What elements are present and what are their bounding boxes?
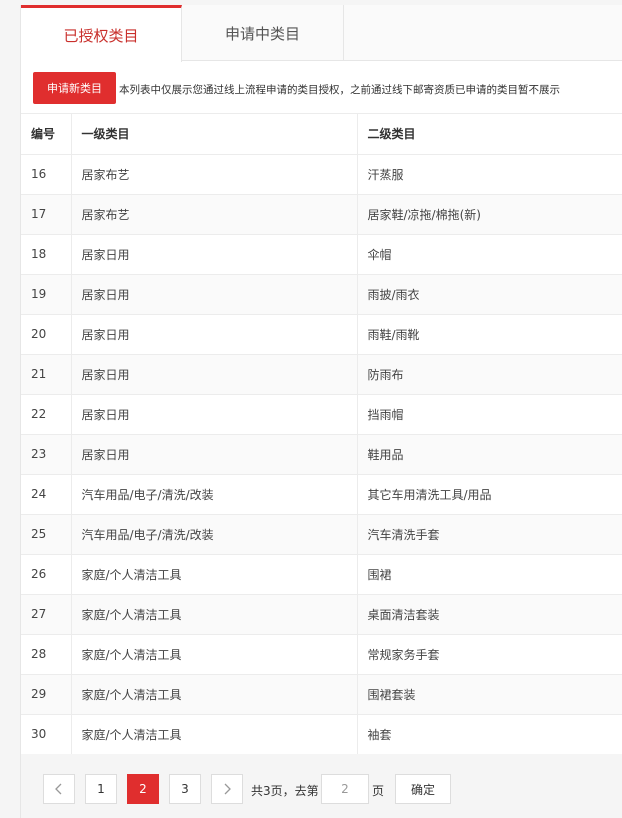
category-table: 编号 一级类目 二级类目 16 居家布艺 汗蒸服 17 居家布艺 居家鞋/凉拖/棉拖(新)… xyxy=(21,114,622,755)
table-row: 19 居家日用 雨披/雨衣 xyxy=(21,274,622,315)
cell-level2-category: 桌面清洁套装 xyxy=(357,594,622,635)
page-1-button[interactable]: 1 xyxy=(85,774,117,804)
table-row: 23 居家日用 鞋用品 xyxy=(21,434,622,475)
cell-number: 30 xyxy=(21,714,72,755)
page-3-button[interactable]: 3 xyxy=(169,774,201,804)
goto-page-input[interactable] xyxy=(321,774,369,804)
cell-number: 29 xyxy=(21,674,72,715)
table-row: 29 家庭/个人清洁工具 围裙套装 xyxy=(21,674,622,715)
cell-level2-category: 袖套 xyxy=(357,714,622,755)
page-suffix-text: 页 xyxy=(372,784,385,798)
cell-level1-category: 家庭/个人清洁工具 xyxy=(71,554,358,595)
cell-level1-category: 汽车用品/电子/清洗/改装 xyxy=(71,474,358,515)
cell-level1-category: 居家日用 xyxy=(71,314,358,355)
cell-level1-category: 居家日用 xyxy=(71,434,358,475)
cell-number: 26 xyxy=(21,554,72,595)
next-page-button[interactable] xyxy=(211,774,243,804)
table-row: 26 家庭/个人清洁工具 围裙 xyxy=(21,554,622,595)
header-level2-category: 二级类目 xyxy=(357,114,622,155)
cell-level1-category: 家庭/个人清洁工具 xyxy=(71,714,358,755)
page: 已授权类目 申请中类目 申请新类目 本列表中仅展示您通过线上流程申请的类目授权，… xyxy=(0,0,622,818)
cell-level2-category: 挡雨帽 xyxy=(357,394,622,435)
chevron-left-icon xyxy=(55,783,62,795)
cell-level2-category: 围裙 xyxy=(357,554,622,595)
cell-level2-category: 居家鞋/凉拖/棉拖(新) xyxy=(357,194,622,235)
cell-level2-category: 鞋用品 xyxy=(357,434,622,475)
tab-pending-categories[interactable]: 申请中类目 xyxy=(182,5,344,61)
cell-number: 22 xyxy=(21,394,72,435)
cell-number: 21 xyxy=(21,354,72,395)
table-row: 22 居家日用 挡雨帽 xyxy=(21,394,622,435)
cell-number: 28 xyxy=(21,634,72,675)
cell-level1-category: 家庭/个人清洁工具 xyxy=(71,594,358,635)
cell-number: 19 xyxy=(21,274,72,315)
cell-number: 17 xyxy=(21,194,72,235)
table-row: 16 居家布艺 汗蒸服 xyxy=(21,154,622,195)
tab-authorized-categories[interactable]: 已授权类目 xyxy=(21,5,182,62)
notice-text: 本列表中仅展示您通过线上流程申请的类目授权，之前通过线下邮寄资质已申请的类目暂不… xyxy=(119,84,560,96)
category-panel: 已授权类目 申请中类目 申请新类目 本列表中仅展示您通过线上流程申请的类目授权，… xyxy=(20,5,622,818)
cell-number: 23 xyxy=(21,434,72,475)
prev-page-button[interactable] xyxy=(43,774,75,804)
total-pages-text: 共3页，去第 xyxy=(251,784,319,798)
chevron-right-icon xyxy=(224,783,231,795)
cell-number: 18 xyxy=(21,234,72,275)
table-row: 18 居家日用 伞帽 xyxy=(21,234,622,275)
table-row: 30 家庭/个人清洁工具 袖套 xyxy=(21,714,622,755)
cell-level2-category: 其它车用清洗工具/用品 xyxy=(357,474,622,515)
cell-level1-category: 居家布艺 xyxy=(71,194,358,235)
cell-level2-category: 伞帽 xyxy=(357,234,622,275)
table-row: 27 家庭/个人清洁工具 桌面清洁套装 xyxy=(21,594,622,635)
cell-level2-category: 雨披/雨衣 xyxy=(357,274,622,315)
header-number: 编号 xyxy=(21,114,72,155)
table-row: 28 家庭/个人清洁工具 常规家务手套 xyxy=(21,634,622,675)
table-row: 21 居家日用 防雨布 xyxy=(21,354,622,395)
header-level1-category: 一级类目 xyxy=(71,114,358,155)
pagination: 1 2 3 共3页，去第 页 确定 xyxy=(21,754,622,818)
tab-bar: 已授权类目 申请中类目 xyxy=(21,5,622,62)
cell-level1-category: 家庭/个人清洁工具 xyxy=(71,634,358,675)
table-row: 25 汽车用品/电子/清洗/改装 汽车清洗手套 xyxy=(21,514,622,555)
cell-level2-category: 雨鞋/雨靴 xyxy=(357,314,622,355)
table-row: 20 居家日用 雨鞋/雨靴 xyxy=(21,314,622,355)
table-row: 24 汽车用品/电子/清洗/改装 其它车用清洗工具/用品 xyxy=(21,474,622,515)
table-row: 17 居家布艺 居家鞋/凉拖/棉拖(新) xyxy=(21,194,622,235)
cell-level2-category: 防雨布 xyxy=(357,354,622,395)
cell-number: 27 xyxy=(21,594,72,635)
cell-number: 24 xyxy=(21,474,72,515)
cell-number: 20 xyxy=(21,314,72,355)
cell-level1-category: 汽车用品/电子/清洗/改装 xyxy=(71,514,358,555)
cell-level1-category: 居家日用 xyxy=(71,394,358,435)
cell-level1-category: 居家日用 xyxy=(71,234,358,275)
cell-level1-category: 家庭/个人清洁工具 xyxy=(71,674,358,715)
confirm-goto-button[interactable]: 确定 xyxy=(395,774,451,804)
table-header-row: 编号 一级类目 二级类目 xyxy=(21,114,622,155)
cell-level1-category: 居家日用 xyxy=(71,274,358,315)
toolbar: 申请新类目 本列表中仅展示您通过线上流程申请的类目授权，之前通过线下邮寄资质已申… xyxy=(21,62,622,114)
apply-new-category-button[interactable]: 申请新类目 xyxy=(33,72,116,104)
cell-level2-category: 汗蒸服 xyxy=(357,154,622,195)
cell-number: 16 xyxy=(21,154,72,195)
page-2-button[interactable]: 2 xyxy=(127,774,159,804)
table-body: 16 居家布艺 汗蒸服 17 居家布艺 居家鞋/凉拖/棉拖(新) 18 居家日用 伞帽 19 居家日… xyxy=(21,154,622,755)
cell-level1-category: 居家布艺 xyxy=(71,154,358,195)
cell-level2-category: 常规家务手套 xyxy=(357,634,622,675)
cell-level2-category: 围裙套装 xyxy=(357,674,622,715)
cell-level1-category: 居家日用 xyxy=(71,354,358,395)
cell-number: 25 xyxy=(21,514,72,555)
cell-level2-category: 汽车清洗手套 xyxy=(357,514,622,555)
